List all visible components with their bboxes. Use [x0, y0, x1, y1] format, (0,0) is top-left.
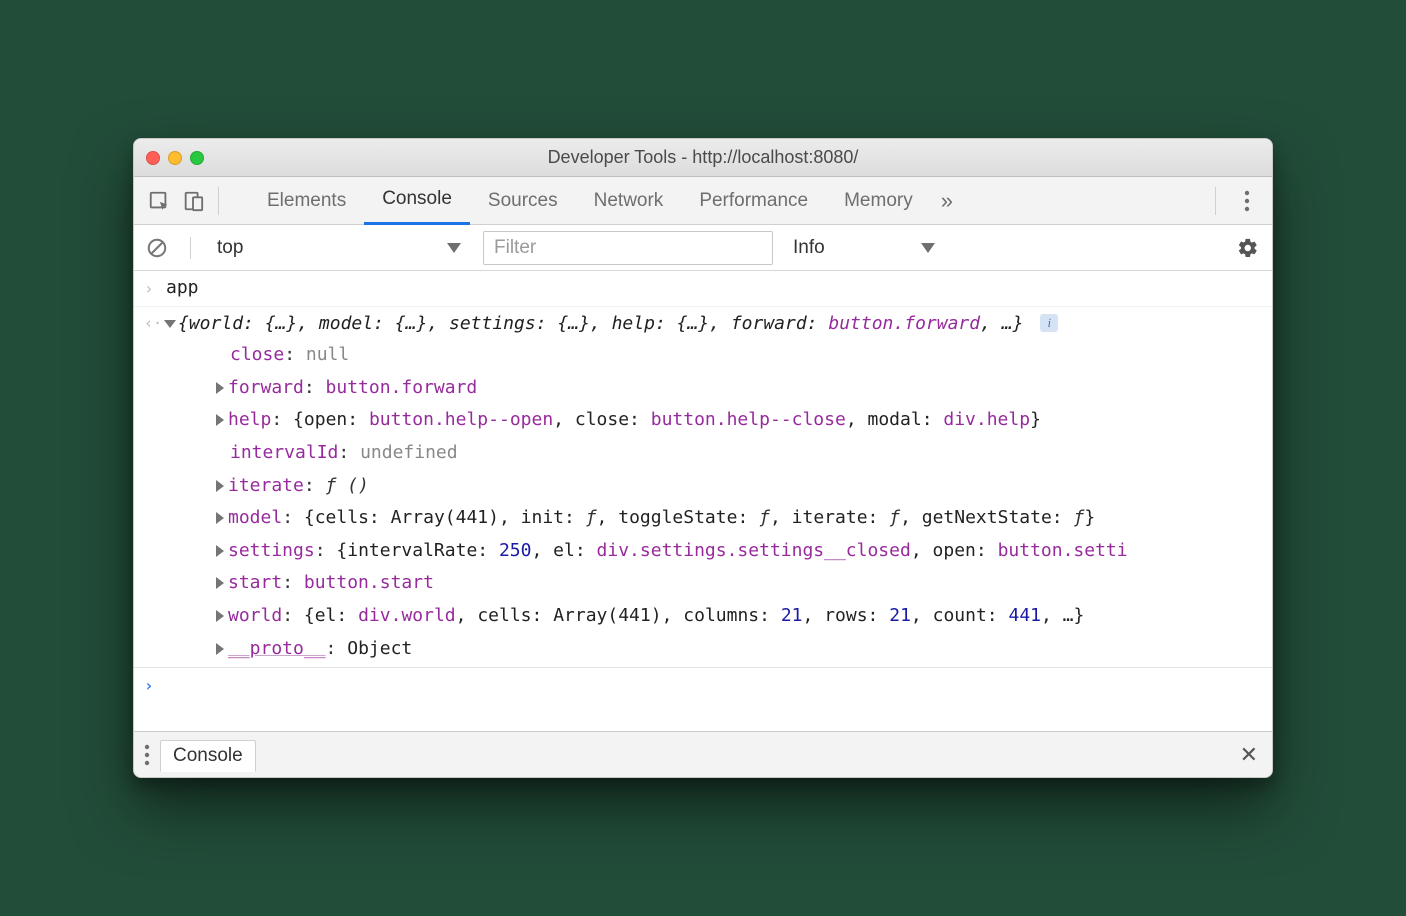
property-row[interactable]: close: null [216, 339, 1262, 372]
prompt-chevron-icon: › [144, 670, 166, 726]
property-row[interactable]: intervalId: undefined [216, 437, 1262, 470]
drawer-kebab-icon[interactable] [144, 744, 150, 766]
property-row[interactable]: start: button.start [216, 567, 1262, 600]
divider [218, 187, 219, 215]
prompt-chevron-icon: › [144, 273, 166, 304]
property-row[interactable]: iterate: ƒ () [216, 470, 1262, 503]
property-row[interactable]: forward: button.forward [216, 372, 1262, 405]
tab-memory[interactable]: Memory [826, 177, 931, 225]
devtools-window: Developer Tools - http://localhost:8080/… [133, 138, 1273, 778]
property-row[interactable]: model: {cells: Array(441), init: ƒ, togg… [216, 502, 1262, 535]
device-toolbar-icon[interactable] [176, 184, 210, 218]
tab-console[interactable]: Console [364, 177, 470, 225]
tab-elements[interactable]: Elements [249, 177, 364, 225]
chevron-down-icon [447, 243, 461, 253]
console-input-row[interactable]: › app [134, 271, 1272, 307]
disclosure-triangle-icon[interactable] [216, 512, 224, 524]
devtools-tabbar: Elements Console Sources Network Perform… [134, 177, 1272, 225]
disclosure-triangle-icon[interactable] [164, 320, 176, 328]
console-toolbar: top Info [134, 225, 1272, 271]
close-drawer-icon[interactable]: ✕ [1236, 742, 1262, 768]
property-row[interactable]: __proto__: Object [216, 633, 1262, 666]
minimize-window-button[interactable] [168, 151, 182, 165]
filter-input[interactable] [483, 231, 773, 265]
tab-network[interactable]: Network [576, 177, 682, 225]
console-input-text: app [166, 273, 1262, 304]
close-window-button[interactable] [146, 151, 160, 165]
property-row[interactable]: world: {el: div.world, cells: Array(441)… [216, 600, 1262, 633]
tab-overflow-button[interactable]: » [931, 188, 963, 214]
settings-gear-icon[interactable] [1234, 234, 1262, 262]
disclosure-triangle-icon[interactable] [216, 643, 224, 655]
kebab-menu-icon[interactable] [1230, 184, 1264, 218]
drawer: Console ✕ [134, 731, 1272, 777]
info-badge-icon[interactable]: i [1040, 314, 1058, 332]
execution-context-select[interactable]: top [211, 231, 471, 265]
console-output: › app ‹· {world: {…}, model: {…}, settin… [134, 271, 1272, 731]
tab-performance[interactable]: Performance [681, 177, 826, 225]
return-arrow-icon: ‹· [144, 309, 166, 337]
property-row[interactable]: help: {open: button.help--open, close: b… [216, 404, 1262, 437]
window-title: Developer Tools - http://localhost:8080/ [134, 147, 1272, 168]
object-summary[interactable]: {world: {…}, model: {…}, settings: {…}, … [166, 309, 1262, 340]
disclosure-triangle-icon[interactable] [216, 414, 224, 426]
titlebar: Developer Tools - http://localhost:8080/ [134, 139, 1272, 177]
console-result-row: ‹· {world: {…}, model: {…}, settings: {…… [134, 307, 1272, 669]
inspect-element-icon[interactable] [142, 184, 176, 218]
console-prompt-row[interactable]: › [134, 668, 1272, 728]
disclosure-triangle-icon[interactable] [216, 480, 224, 492]
chevron-down-icon [921, 243, 935, 253]
divider [190, 237, 191, 259]
disclosure-triangle-icon[interactable] [216, 545, 224, 557]
disclosure-triangle-icon[interactable] [216, 382, 224, 394]
execution-context-value: top [217, 237, 243, 259]
divider [1215, 187, 1216, 215]
object-properties: close: null forward: button.forward help… [166, 339, 1262, 665]
property-row[interactable]: settings: {intervalRate: 250, el: div.se… [216, 535, 1262, 568]
traffic-lights [146, 151, 204, 165]
tab-sources[interactable]: Sources [470, 177, 576, 225]
log-level-value: Info [793, 237, 825, 259]
log-level-select[interactable]: Info [785, 231, 935, 265]
zoom-window-button[interactable] [190, 151, 204, 165]
disclosure-triangle-icon[interactable] [216, 577, 224, 589]
clear-console-icon[interactable] [144, 235, 170, 261]
disclosure-triangle-icon[interactable] [216, 610, 224, 622]
drawer-tab-console[interactable]: Console [160, 740, 256, 772]
